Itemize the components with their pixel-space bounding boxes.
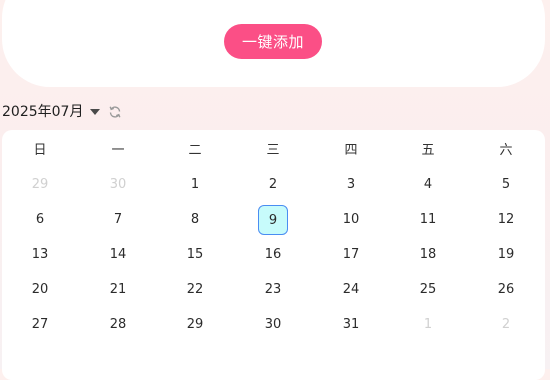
calendar-day[interactable]: 30 xyxy=(98,175,138,195)
calendar-day[interactable]: 31 xyxy=(331,315,371,335)
weekday-label: 二 xyxy=(188,143,202,158)
calendar-day[interactable]: 21 xyxy=(98,280,138,300)
weekday-label: 三 xyxy=(266,143,280,158)
weekday-label: 日 xyxy=(33,143,47,158)
calendar-day[interactable]: 13 xyxy=(20,245,60,265)
calendar-day[interactable]: 29 xyxy=(175,315,215,335)
calendar-day[interactable]: 2 xyxy=(253,175,293,195)
calendar: 日一二三四五六 29 30 1 2 3 4 5 6 7 8 9 10 11 12 13 14 15 16 17 18 1… xyxy=(2,130,545,380)
calendar-day[interactable]: 7 xyxy=(98,210,138,230)
calendar-day[interactable]: 8 xyxy=(175,210,215,230)
calendar-day[interactable]: 19 xyxy=(486,245,526,265)
calendar-day-selected[interactable]: 9 xyxy=(258,205,288,235)
calendar-day[interactable]: 5 xyxy=(486,175,526,195)
calendar-day[interactable]: 4 xyxy=(408,175,448,195)
calendar-day[interactable]: 22 xyxy=(175,280,215,300)
caret-down-icon[interactable] xyxy=(89,107,101,117)
weekday-label: 六 xyxy=(499,143,513,158)
calendar-day[interactable]: 26 xyxy=(486,280,526,300)
month-label[interactable]: 2025年07月 xyxy=(2,101,83,123)
calendar-day[interactable]: 29 xyxy=(20,175,60,195)
weekday-header: 日一二三四五六 xyxy=(2,130,545,170)
calendar-day[interactable]: 15 xyxy=(175,245,215,265)
calendar-day[interactable]: 18 xyxy=(408,245,448,265)
calendar-day[interactable]: 24 xyxy=(331,280,371,300)
one-click-add-button[interactable]: 一键添加 xyxy=(224,24,322,59)
weekday-label: 四 xyxy=(344,143,358,158)
calendar-day[interactable]: 11 xyxy=(408,210,448,230)
month-header: 2025年07月 xyxy=(2,101,122,123)
calendar-day[interactable]: 3 xyxy=(331,175,371,195)
calendar-day[interactable]: 1 xyxy=(408,315,448,335)
calendar-day[interactable]: 27 xyxy=(20,315,60,335)
calendar-day[interactable]: 14 xyxy=(98,245,138,265)
calendar-day[interactable]: 28 xyxy=(98,315,138,335)
calendar-day[interactable]: 1 xyxy=(175,175,215,195)
calendar-day[interactable]: 25 xyxy=(408,280,448,300)
calendar-day[interactable]: 20 xyxy=(20,280,60,300)
weekday-label: 五 xyxy=(421,143,435,158)
calendar-day[interactable]: 30 xyxy=(253,315,293,335)
calendar-day[interactable]: 16 xyxy=(253,245,293,265)
refresh-icon[interactable] xyxy=(108,105,122,119)
calendar-day[interactable]: 23 xyxy=(253,280,293,300)
weekday-label: 一 xyxy=(111,143,125,158)
calendar-day[interactable]: 10 xyxy=(331,210,371,230)
calendar-day[interactable]: 17 xyxy=(331,245,371,265)
calendar-day[interactable]: 6 xyxy=(20,210,60,230)
calendar-day[interactable]: 2 xyxy=(486,315,526,335)
calendar-day[interactable]: 12 xyxy=(486,210,526,230)
